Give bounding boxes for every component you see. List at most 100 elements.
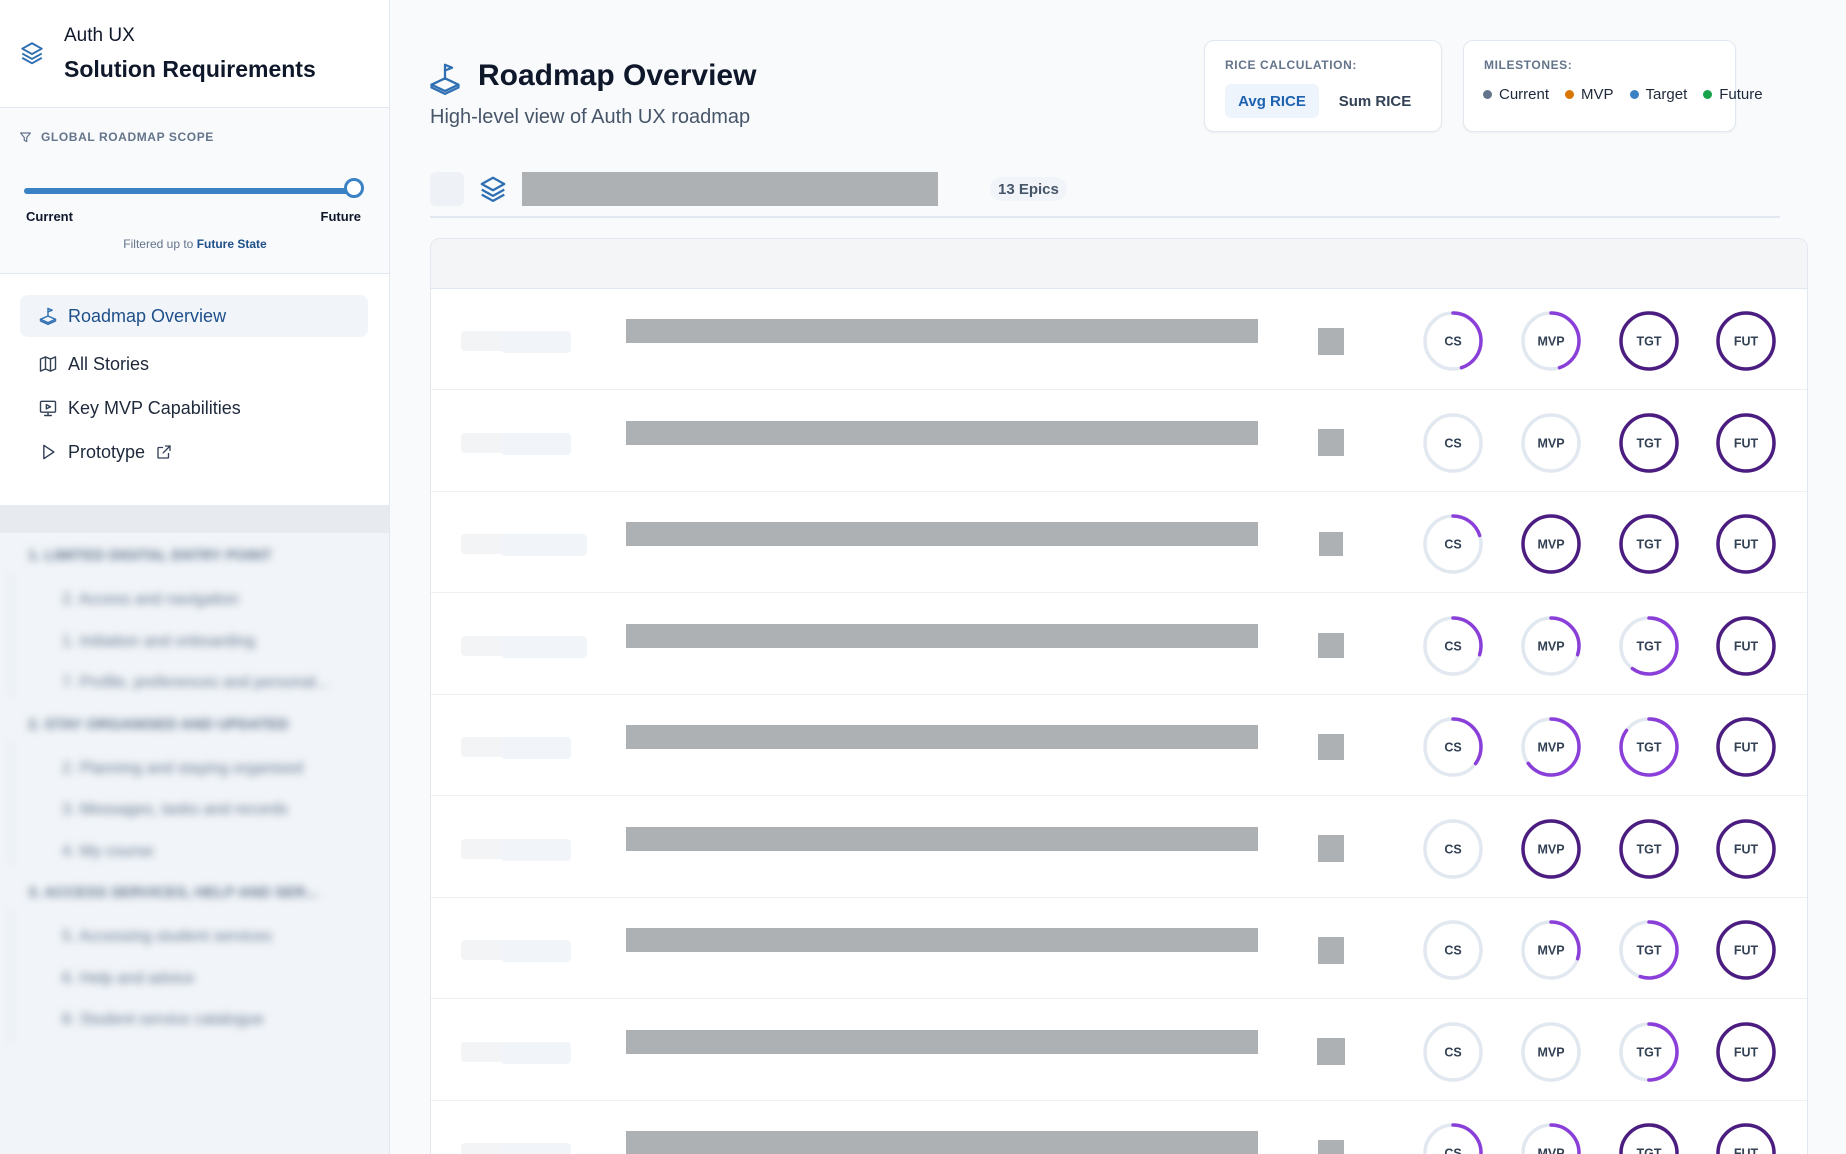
tree-group[interactable]: 2. STAY ORGANISED AND UPDATED	[28, 716, 289, 733]
scope-max-label: Future	[320, 209, 361, 224]
table-row[interactable]: CS MVP TGT FUT	[431, 797, 1807, 898]
rice-score-block	[1317, 1037, 1345, 1066]
ring-label: MVP	[1537, 741, 1564, 755]
tree-item[interactable]: 3. Messages, tasks and records	[62, 801, 288, 819]
epic-count-badge: 13 Epics	[990, 177, 1067, 201]
tree-item[interactable]: 2. Access and navigation	[62, 591, 239, 609]
milestone-progress-ring: FUT	[1716, 818, 1776, 879]
nav-all-stories[interactable]: All Stories	[20, 343, 368, 385]
nav-key-mvp-capabilities[interactable]: Key MVP Capabilities	[20, 387, 368, 429]
milestone-progress-ring: MVP	[1521, 920, 1581, 980]
redacted-epic-name	[626, 928, 1258, 952]
ring-label: TGT	[1637, 1147, 1662, 1154]
milestone-progress-ring: MVP	[1521, 311, 1581, 371]
avg-rice-button[interactable]: Avg RICE	[1225, 84, 1319, 118]
nav-label: Roadmap Overview	[68, 305, 227, 326]
tree-item[interactable]: 1. Initiation and onboarding	[62, 633, 255, 651]
milestone-progress-ring: MVP	[1521, 412, 1581, 473]
ring-label: TGT	[1637, 538, 1662, 552]
milestone-progress-ring: FUT	[1716, 514, 1776, 574]
milestone-legend-item: Future	[1703, 86, 1763, 103]
milestone-progress-ring: FUT	[1716, 717, 1776, 777]
table-row[interactable]: CS MVP TGT FUT	[431, 1101, 1807, 1154]
milestone-name: Current	[1499, 86, 1550, 103]
scope-slider-fill	[24, 188, 354, 194]
milestone-progress-ring: TGT	[1619, 615, 1679, 676]
tree-item[interactable]: 8. Student service catalogue	[62, 1011, 264, 1029]
scope-filter-note: Filtered up to Future State	[0, 237, 389, 251]
redacted-epic-tag	[501, 1143, 571, 1154]
filter-note-value: Future State	[196, 237, 267, 251]
main-content: Roadmap Overview High-level view of Auth…	[390, 0, 1846, 1154]
redacted-epic-tag	[501, 940, 571, 962]
ring-label: TGT	[1637, 436, 1662, 450]
table-row[interactable]: CS MVP TGT FUT	[431, 289, 1807, 390]
milestone-progress-ring: FUT	[1716, 1021, 1776, 1082]
table-row[interactable]: CS MVP TGT FUT	[431, 1000, 1807, 1101]
milestone-dot	[1565, 90, 1575, 99]
ring-label: MVP	[1537, 335, 1564, 349]
milestone-legend-item: MVP	[1565, 86, 1614, 103]
tree-guide-line	[10, 573, 11, 696]
table-row[interactable]: CS MVP TGT FUT	[431, 492, 1807, 593]
milestone-progress-ring: TGT	[1619, 920, 1679, 980]
milestone-progress-ring: CS	[1423, 818, 1483, 879]
milestone-progress-ring: MVP	[1521, 1123, 1581, 1154]
ring-label: MVP	[1537, 842, 1564, 856]
roadmap-scope-panel: GLOBAL ROADMAP SCOPE Current Future Filt…	[0, 108, 389, 274]
map-icon	[39, 356, 57, 372]
rice-score-block	[1317, 835, 1345, 862]
tree-item[interactable]: 4. My course	[62, 843, 154, 861]
sidebar-header: Auth UX Solution Requirements	[0, 0, 389, 108]
tree-item[interactable]: 2. Planning and staying organised	[62, 760, 303, 778]
milestone-progress-ring: CS	[1423, 412, 1483, 473]
scope-slider-track[interactable]	[24, 188, 354, 194]
milestone-progress-ring: MVP	[1521, 514, 1581, 574]
external-link-icon	[157, 445, 171, 459]
ring-label: FUT	[1734, 1147, 1759, 1154]
milestone-progress-ring: TGT	[1619, 1123, 1679, 1154]
ring-label: FUT	[1734, 842, 1759, 856]
tree-item[interactable]: 7. Profile, preferences and personal...	[62, 674, 329, 692]
milestone-progress-ring: FUT	[1716, 412, 1776, 473]
nav-roadmap-overview[interactable]: Roadmap Overview	[20, 295, 368, 337]
sum-rice-button[interactable]: Sum RICE	[1325, 84, 1425, 118]
table-row[interactable]: CS MVP TGT FUT	[431, 594, 1807, 695]
redacted-epic-name	[626, 1131, 1258, 1154]
ring-label: FUT	[1734, 741, 1759, 755]
roadmap-icon	[430, 63, 460, 96]
ring-label: TGT	[1637, 842, 1662, 856]
milestone-progress-ring: FUT	[1716, 920, 1776, 980]
tree-group[interactable]: 3. ACCESS SERVICES, HELP AND SER...	[28, 884, 318, 901]
milestones-label: MILESTONES:	[1484, 58, 1573, 72]
ring-label: FUT	[1734, 436, 1759, 450]
nav-prototype[interactable]: Prototype	[20, 431, 368, 473]
scope-slider-thumb[interactable]	[344, 178, 364, 198]
table-row[interactable]: CS MVP TGT FUT	[431, 695, 1807, 796]
tree-item[interactable]: 5. Accessing student services	[62, 928, 272, 946]
ring-label: TGT	[1637, 1045, 1662, 1059]
presentation-icon	[39, 400, 57, 417]
rice-label: RICE CALCULATION:	[1225, 58, 1357, 72]
redacted-epic-name	[626, 725, 1258, 749]
tree-item[interactable]: 6. Help and advice	[62, 970, 195, 988]
ring-label: FUT	[1734, 335, 1759, 349]
table-row[interactable]: CS MVP TGT FUT	[431, 898, 1807, 999]
select-all-checkbox[interactable]	[430, 172, 464, 206]
milestone-progress-ring: FUT	[1716, 615, 1776, 676]
rice-score-block	[1317, 733, 1345, 761]
redacted-epic-tag	[501, 432, 571, 455]
milestone-progress-ring: CS	[1423, 1123, 1483, 1154]
milestone-progress-ring: TGT	[1619, 412, 1679, 473]
tree-group[interactable]: 1. LIMITED DIGITAL ENTRY POINT	[28, 547, 272, 564]
scope-min-label: Current	[26, 209, 73, 224]
page-title: Roadmap Overview	[478, 59, 757, 92]
rice-calculation-card: RICE CALCULATION: Avg RICE Sum RICE	[1204, 40, 1442, 132]
ring-label: MVP	[1537, 436, 1564, 450]
table-row[interactable]: CS MVP TGT FUT	[431, 391, 1807, 492]
table-header	[431, 239, 1807, 289]
page-subtitle: High-level view of Auth UX roadmap	[430, 106, 751, 128]
app-name: Auth UX	[64, 25, 135, 46]
tree-guide-line	[10, 741, 11, 864]
milestone-progress-ring: MVP	[1521, 818, 1581, 879]
